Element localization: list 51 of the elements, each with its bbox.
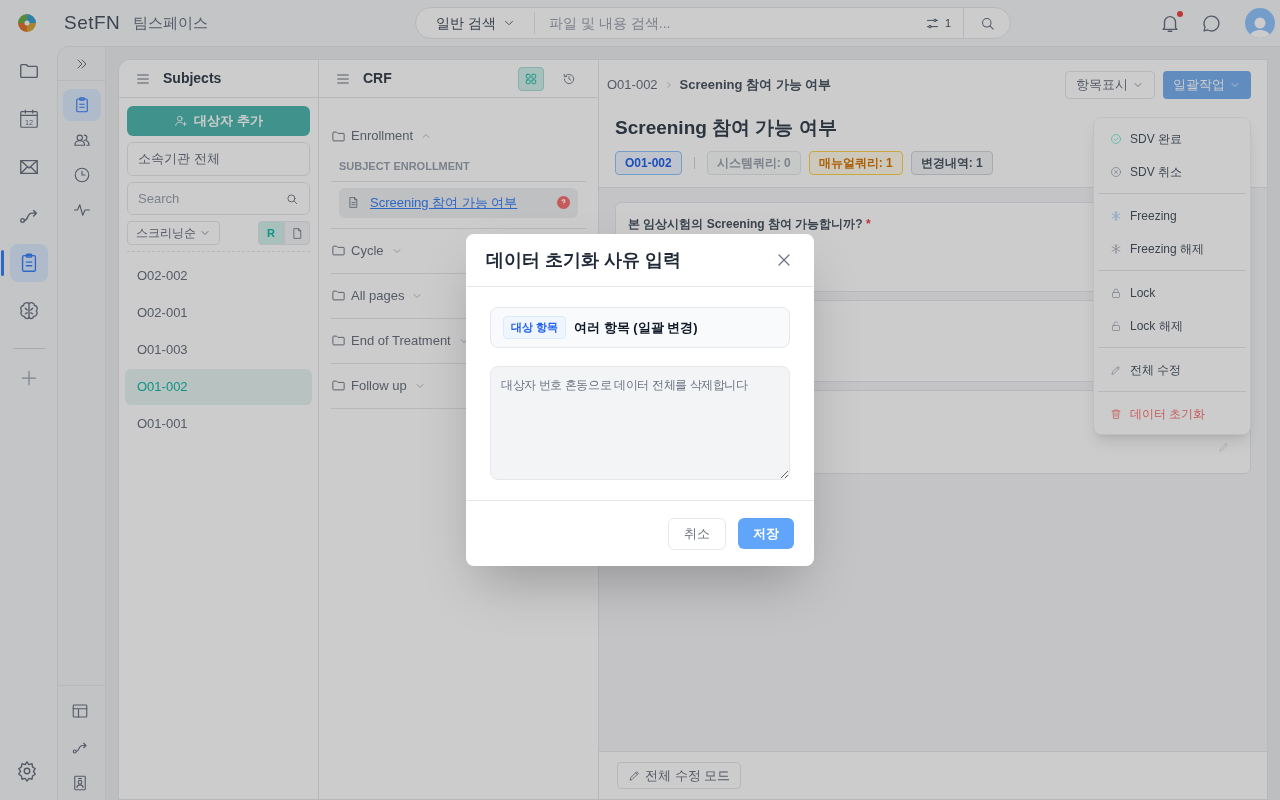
crf-section-toggle[interactable]: Follow up — [331, 363, 426, 408]
institution-select[interactable]: 소속기관 전체 — [127, 142, 310, 176]
target-value: 여러 항목 (일괄 변경) — [574, 318, 698, 337]
edit-mode-button[interactable]: 전체 수정 모드 — [617, 762, 742, 789]
page-title: Screening 참여 가능 여부 — [615, 116, 837, 140]
crf-page-link[interactable]: Screening 참여 가능 여부 — [370, 192, 547, 213]
menu-item[interactable]: Freezing 해제 — [1098, 232, 1246, 265]
search-scope-dropdown[interactable]: 일반 검색 — [416, 12, 536, 34]
subject-list-item[interactable]: O01-001 — [125, 406, 312, 442]
menu-item[interactable]: SDV 취소 — [1098, 155, 1246, 188]
brand-name: SetFN — [64, 10, 121, 35]
menu-item[interactable]: 데이터 초기화 — [1098, 397, 1246, 430]
subject-search-field[interactable]: Search — [127, 182, 310, 215]
modal-title: 데이터 초기화 사유 입력 — [486, 248, 681, 272]
subject-list-item[interactable]: O02-001 — [125, 295, 312, 331]
crf-section-toggle[interactable]: End of Treatment — [331, 318, 470, 363]
menu-item[interactable]: Lock — [1098, 276, 1246, 309]
status-tag: 변경내역: 1 — [910, 150, 993, 175]
search-field[interactable]: 일반 검색 파일 및 내용 검색... 1 — [415, 7, 1012, 39]
rail-nav-button[interactable]: 12 — [9, 100, 48, 138]
display-items-dropdown[interactable]: 항목표시 — [1065, 71, 1155, 99]
status-tag: O01-002 — [615, 150, 682, 175]
sort-dropdown[interactable]: 스크리닝순 — [127, 221, 220, 245]
crf-section-toggle[interactable]: Enrollment — [331, 114, 433, 158]
menu-item[interactable]: SDV 완료 — [1098, 122, 1246, 155]
workspace-name: 팀스페이스 — [133, 12, 209, 33]
cancel-button[interactable]: 취소 — [668, 517, 726, 550]
subject-list-item[interactable]: O01-003 — [125, 332, 312, 368]
question-text: 본 임상시험의 Screening 참여 가능합니까? * — [628, 215, 871, 233]
search-input[interactable]: 파일 및 내용 검색... — [549, 12, 926, 34]
crf-page-item[interactable]: Screening 참여 가능 여부 — [339, 187, 578, 218]
panel-title: CRF — [363, 69, 393, 88]
add-subject-button[interactable]: 대상자 추가 — [127, 106, 310, 136]
reason-textarea[interactable]: 대상자 번호 혼동으로 데이터 전체를 삭제합니다 — [490, 366, 790, 480]
crf-section-toggle[interactable]: Cycle — [331, 228, 403, 273]
panel-title: Subjects — [163, 69, 222, 88]
calendar-icon: 12 — [17, 108, 40, 130]
status-tag: 시스템쿼리: 0 — [706, 150, 801, 175]
menu-item[interactable]: Lock 해제 — [1098, 309, 1246, 342]
crf-section-toggle[interactable]: All pages — [331, 273, 424, 318]
target-label: 대상 항목 — [503, 316, 567, 339]
crf-group-label: SUBJECT ENROLLMENT — [331, 158, 586, 182]
search-input[interactable]: Search — [138, 188, 285, 209]
status-tag: 매뉴얼쿼리: 1 — [808, 150, 903, 175]
subject-list-item[interactable]: O02-002 — [125, 258, 312, 294]
breadcrumb-item[interactable]: O01-002 — [607, 75, 658, 95]
menu-item[interactable]: 전체 수정 — [1098, 353, 1246, 386]
menu-item[interactable]: Freezing — [1098, 199, 1246, 232]
breadcrumb-item: Screening 참여 가능 여부 — [679, 76, 832, 95]
search-filter-button[interactable]: 1 — [925, 7, 965, 39]
save-button[interactable]: 저장 — [738, 518, 794, 549]
